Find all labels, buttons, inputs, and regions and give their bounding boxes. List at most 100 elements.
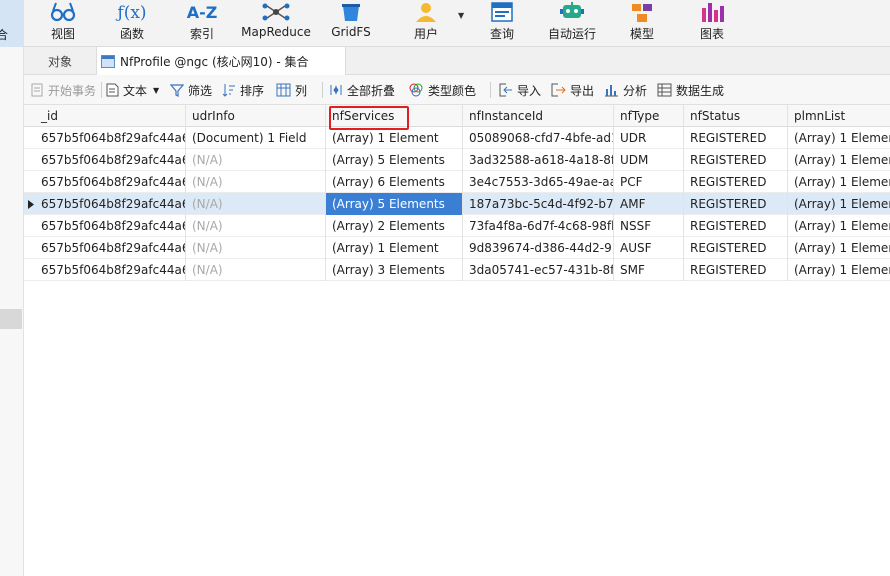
cell-nftype[interactable]: UDR xyxy=(614,127,684,149)
cell-udrinfo[interactable]: (N/A) xyxy=(186,149,326,171)
cell-nfinstanceid[interactable]: 73fa4f8a-6d7f-4c68-98fk xyxy=(463,215,614,237)
text-view-button[interactable]: 文本 ▼ xyxy=(106,75,159,105)
ribbon-item-gridfs[interactable]: GridFS xyxy=(311,0,391,47)
collapse-all-button[interactable]: 全部折叠 xyxy=(329,75,395,105)
columns-button[interactable]: 列 xyxy=(276,75,307,105)
ribbon-item-collection-active[interactable]: 合 xyxy=(0,0,24,47)
cell-nfstatus[interactable]: REGISTERED xyxy=(684,215,788,237)
robot-icon xyxy=(559,0,585,22)
column-header-nfstatus[interactable]: nfStatus xyxy=(684,105,788,127)
cell-id[interactable]: 657b5f064b8f29afc44a6 xyxy=(35,149,186,171)
ribbon-item-automation[interactable]: 自动运行 xyxy=(532,0,612,47)
cell-nfinstanceid[interactable]: 3da05741-ec57-431b-8f xyxy=(463,259,614,281)
cell-udrinfo[interactable]: (N/A) xyxy=(186,193,326,215)
table-row[interactable]: 657b5f064b8f29afc44a6 (N/A) (Array) 1 Elem… xyxy=(24,237,890,259)
table-row[interactable]: 657b5f064b8f29afc44a6 (N/A) (Array) 5 Elem… xyxy=(24,193,890,215)
cell-nfinstanceid[interactable]: 05089068-cfd7-4bfe-ad1 xyxy=(463,127,614,149)
column-header-nftype[interactable]: nfType xyxy=(614,105,684,127)
cell-id[interactable]: 657b5f064b8f29afc44a6 xyxy=(35,127,186,149)
cell-nftype[interactable]: PCF xyxy=(614,171,684,193)
export-button[interactable]: 导出 xyxy=(551,75,594,105)
cell-nfinstanceid[interactable]: 3ad32588-a618-4a18-8f xyxy=(463,149,614,171)
cell-nfservices[interactable]: (Array) 6 Elements xyxy=(326,171,463,193)
table-row[interactable]: 657b5f064b8f29afc44a6 (Document) 1 Field(… xyxy=(24,127,890,149)
cell-nfstatus[interactable]: REGISTERED xyxy=(684,127,788,149)
ribbon-item-users[interactable]: 用户 xyxy=(386,0,466,47)
cell-udrinfo[interactable]: (Document) 1 Field xyxy=(186,127,326,149)
table-row[interactable]: 657b5f064b8f29afc44a6 (N/A) (Array) 2 Elem… xyxy=(24,215,890,237)
cell-nfservices[interactable]: (Array) 1 Element xyxy=(326,237,463,259)
column-header-plmnlist[interactable]: plmnList xyxy=(788,105,890,127)
cell-nfinstanceid[interactable]: 3e4c7553-3d65-49ae-aa xyxy=(463,171,614,193)
collection-toolbar: 开始事务 文本 ▼ 筛选 排序 列 全部折叠 类型颜色 导入 导出 分析 数据生… xyxy=(24,75,890,105)
cell-nftype[interactable]: AUSF xyxy=(614,237,684,259)
model-icon xyxy=(629,0,655,22)
cell-nfservices[interactable]: (Array) 1 Element xyxy=(326,127,463,149)
table-row[interactable]: 657b5f064b8f29afc44a6 (N/A) (Array) 6 Elem… xyxy=(24,171,890,193)
left-panel-selected-item[interactable] xyxy=(0,309,22,329)
cell-id[interactable]: 657b5f064b8f29afc44a6 xyxy=(35,193,186,215)
cell-plmnlist[interactable]: (Array) 1 Elemen xyxy=(788,237,890,259)
cell-nfinstanceid[interactable]: 187a73bc-5c4d-4f92-b7 xyxy=(463,193,614,215)
tab-nfprofile-collection[interactable]: NfProfile @ngc (核心网10) - 集合 xyxy=(96,47,346,76)
cell-nfstatus[interactable]: REGISTERED xyxy=(684,259,788,281)
cell-plmnlist[interactable]: (Array) 1 Elemen xyxy=(788,149,890,171)
table-row[interactable]: 657b5f064b8f29afc44a6 (N/A) (Array) 5 Elem… xyxy=(24,149,890,171)
cell-nfservices[interactable]: (Array) 2 Elements xyxy=(326,215,463,237)
cell-nfservices[interactable]: (Array) 5 Elements xyxy=(326,149,463,171)
function-icon: ƒ(x) xyxy=(117,3,147,23)
cell-plmnlist[interactable]: (Array) 1 Elemen xyxy=(788,171,890,193)
cell-nfservices[interactable]: (Array) 3 Elements xyxy=(326,259,463,281)
ribbon-item-functions[interactable]: ƒ(x) 函数 xyxy=(92,0,172,47)
cell-nftype[interactable]: NSSF xyxy=(614,215,684,237)
ribbon-item-index[interactable]: A-Z 索引 xyxy=(162,0,242,47)
ribbon-item-model[interactable]: 模型 xyxy=(602,0,682,47)
mapreduce-icon xyxy=(261,0,291,22)
ribbon-item-mapreduce[interactable]: MapReduce xyxy=(236,0,316,47)
ribbon-item-charts[interactable]: 图表 xyxy=(672,0,752,47)
cell-id[interactable]: 657b5f064b8f29afc44a6 xyxy=(35,259,186,281)
analyze-button[interactable]: 分析 xyxy=(604,75,647,105)
column-header-udrinfo[interactable]: udrInfo xyxy=(186,105,326,127)
cell-udrinfo[interactable]: (N/A) xyxy=(186,259,326,281)
generate-data-label: 数据生成 xyxy=(676,83,725,98)
cell-udrinfo[interactable]: (N/A) xyxy=(186,215,326,237)
cell-plmnlist[interactable]: (Array) 1 Elemen xyxy=(788,259,890,281)
cell-nfstatus[interactable]: REGISTERED xyxy=(684,237,788,259)
ribbon-label: 视图 xyxy=(50,27,75,41)
cell-nfstatus[interactable]: REGISTERED xyxy=(684,149,788,171)
chevron-down-icon[interactable]: ▼ xyxy=(153,86,159,95)
cell-nfservices[interactable]: (Array) 5 Elements xyxy=(326,193,463,215)
cell-nftype[interactable]: SMF xyxy=(614,259,684,281)
column-header-nfinstanceid[interactable]: nfInstanceId xyxy=(463,105,614,127)
import-button[interactable]: 导入 xyxy=(498,75,541,105)
type-colors-button[interactable]: 类型颜色 xyxy=(408,75,476,105)
cell-nftype[interactable]: AMF xyxy=(614,193,684,215)
column-header-id[interactable]: _id xyxy=(35,105,186,127)
filter-button[interactable]: 筛选 xyxy=(170,75,212,105)
cell-id[interactable]: 657b5f064b8f29afc44a6 xyxy=(35,215,186,237)
column-header-nfservices[interactable]: nfServices xyxy=(326,105,463,127)
ribbon-item-query[interactable]: 查询 xyxy=(462,0,542,47)
cell-udrinfo[interactable]: (N/A) xyxy=(186,171,326,193)
cell-nftype[interactable]: UDM xyxy=(614,149,684,171)
generate-data-button[interactable]: 数据生成 xyxy=(657,75,724,105)
cell-id[interactable]: 657b5f064b8f29afc44a6 xyxy=(35,237,186,259)
ribbon-item-view[interactable]: 视图 xyxy=(23,0,103,47)
cell-nfinstanceid[interactable]: 9d839674-d386-44d2-9 xyxy=(463,237,614,259)
documents-grid[interactable]: _id udrInfo nfServices nfInstanceId nfTy… xyxy=(24,105,890,576)
cell-plmnlist[interactable]: (Array) 1 Elemen xyxy=(788,193,890,215)
ribbon-label: 模型 xyxy=(629,27,654,41)
cell-plmnlist[interactable]: (Array) 1 Elemen xyxy=(788,215,890,237)
tab-objects[interactable]: 对象 xyxy=(24,47,96,75)
begin-transaction-button[interactable]: 开始事务 xyxy=(30,75,96,105)
cell-id[interactable]: 657b5f064b8f29afc44a6 xyxy=(35,171,186,193)
table-row[interactable]: 657b5f064b8f29afc44a6 (N/A) (Array) 3 Elem… xyxy=(24,259,890,281)
cell-udrinfo[interactable]: (N/A) xyxy=(186,237,326,259)
filter-icon xyxy=(170,83,184,97)
sort-button[interactable]: 排序 xyxy=(222,75,264,105)
cell-nfstatus[interactable]: REGISTERED xyxy=(684,171,788,193)
cell-nfstatus[interactable]: REGISTERED xyxy=(684,193,788,215)
cell-plmnlist[interactable]: (Array) 1 Elemen xyxy=(788,127,890,149)
left-navigation-panel[interactable] xyxy=(0,47,24,576)
